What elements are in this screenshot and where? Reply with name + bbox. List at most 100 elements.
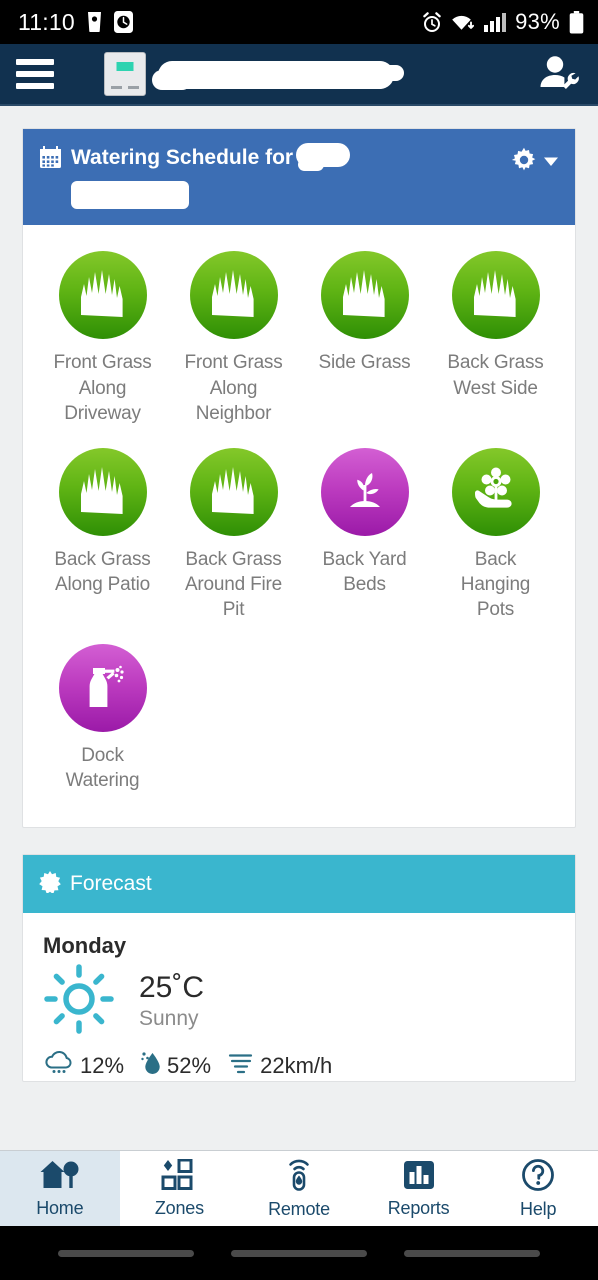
wifi-icon — [451, 12, 475, 32]
zone-item[interactable]: Side Grass — [299, 251, 430, 425]
status-bar-right: 93% — [422, 9, 584, 35]
forecast-readings: 25˚C Sunny — [139, 971, 204, 1033]
zone-item[interactable]: Back Yard Beds — [299, 447, 430, 622]
hamburger-bar-1 — [16, 59, 54, 65]
controller-device-thumbnail[interactable] — [104, 52, 146, 96]
remote-signal-icon — [282, 1158, 316, 1197]
app-title-redacted — [152, 61, 404, 90]
wind-icon — [227, 1050, 255, 1081]
hamburger-bar-2 — [16, 71, 54, 77]
forecast-temperature: 25˚C — [139, 970, 205, 1004]
zone-label: Back Grass Along Patio — [54, 548, 151, 595]
grass-icon — [189, 251, 278, 340]
forecast-day: Monday — [43, 933, 127, 959]
device-button-right — [128, 86, 139, 89]
nav-label-zones: Zones — [154, 1197, 204, 1218]
gesture-pill-recents[interactable] — [58, 1249, 195, 1257]
forecast-stat-wind: 22km/h — [227, 1050, 332, 1081]
battery-percentage-label: 93% — [515, 9, 560, 34]
home-tree-icon — [39, 1159, 81, 1196]
schedule-title: Watering Schedule for — [71, 143, 354, 210]
seedling-icon — [320, 447, 409, 536]
watering-schedule-header: Watering Schedule for — [23, 129, 575, 226]
device-screen — [116, 62, 134, 71]
zone-item[interactable]: Back Grass Around Fire Pit — [168, 447, 299, 622]
nav-label-reports: Reports — [387, 1197, 450, 1218]
forecast-main: 25˚C Sunny — [43, 963, 555, 1040]
zones-grid-icon — [160, 1158, 198, 1196]
schedule-title-wrap: Watering Schedule for — [39, 143, 511, 210]
nav-label-remote: Remote — [268, 1198, 330, 1219]
forecast-stat-humidity: 52% — [140, 1050, 211, 1081]
zone-label: Dock Watering — [65, 744, 140, 791]
zone-item[interactable]: Front Grass Along Driveway — [37, 251, 168, 425]
system-gesture-bar — [0, 1226, 598, 1280]
zone-item[interactable]: Back Grass Along Patio — [37, 447, 168, 622]
forecast-rain-value: 12% — [80, 1052, 125, 1078]
flower-in-hand-icon — [451, 447, 540, 536]
forecast-condition: Sunny — [139, 1007, 199, 1031]
grass-icon — [189, 447, 278, 536]
watering-schedule-card: Watering Schedule for Front Grass Along … — [22, 128, 576, 829]
gesture-pill-home[interactable] — [230, 1249, 367, 1257]
bar-chart-icon — [402, 1159, 436, 1196]
status-bar: 11:10 93% — [0, 0, 598, 44]
gear-icon — [511, 147, 537, 178]
bottom-navigation: Home Zones Remote Reports Help — [0, 1150, 598, 1226]
rain-cloud-icon — [43, 1050, 75, 1081]
spray-bottle-icon — [58, 643, 147, 732]
schedule-name-redacted — [296, 143, 351, 171]
forecast-body: Monday 25˚C Sunny 12% 52% 22km/h — [23, 913, 575, 1081]
question-circle-icon — [521, 1158, 555, 1197]
sun-burst-icon — [39, 870, 61, 898]
calendar-icon — [39, 143, 62, 174]
hamburger-menu-icon[interactable] — [0, 59, 66, 89]
zone-item[interactable]: Back Grass West Side — [430, 251, 561, 425]
nav-item-reports[interactable]: Reports — [359, 1151, 479, 1226]
grass-icon — [451, 251, 540, 340]
forecast-humidity-value: 52% — [167, 1052, 212, 1078]
zone-item[interactable]: Front Grass Along Neighbor — [168, 251, 299, 425]
user-settings-icon[interactable] — [520, 54, 598, 94]
grass-icon — [58, 251, 147, 340]
app-bar-title-area — [66, 52, 520, 96]
app-bar — [0, 44, 598, 106]
zone-label: Side Grass — [318, 352, 411, 374]
chevron-down-icon — [543, 154, 559, 172]
status-bar-time: 11:10 — [18, 8, 75, 35]
schedule-title-text: Watering Schedule for — [71, 146, 294, 169]
zone-grid: Front Grass Along Driveway Front Grass A… — [23, 225, 575, 827]
grass-icon — [58, 447, 147, 536]
nav-item-zones[interactable]: Zones — [120, 1151, 240, 1226]
clock-icon — [113, 11, 133, 33]
forecast-stat-rain: 12% — [43, 1050, 124, 1081]
forecast-header: Forecast — [23, 855, 575, 914]
nav-label-help: Help — [520, 1198, 557, 1219]
schedule-name-redacted-line2 — [71, 181, 189, 210]
nav-label-home: Home — [36, 1197, 84, 1218]
zone-label: Back Hanging Pots — [460, 548, 531, 620]
zone-label: Back Grass West Side — [447, 352, 544, 399]
forecast-stats: 12% 52% 22km/h — [43, 1050, 555, 1081]
nav-item-remote[interactable]: Remote — [239, 1151, 359, 1226]
sun-icon — [43, 963, 115, 1040]
zone-label: Back Grass Around Fire Pit — [184, 548, 283, 620]
device-button-left — [111, 86, 122, 89]
schedule-settings-button[interactable] — [511, 143, 559, 178]
alarm-icon — [422, 11, 442, 33]
nav-item-home[interactable]: Home — [0, 1151, 120, 1226]
zone-item[interactable]: Back Hanging Pots — [430, 447, 561, 622]
nav-item-help[interactable]: Help — [478, 1151, 598, 1226]
forecast-wind-value: 22km/h — [260, 1052, 333, 1078]
gesture-pill-back[interactable] — [403, 1249, 540, 1257]
scroll-content[interactable]: Watering Schedule for Front Grass Along … — [0, 106, 598, 1198]
hamburger-bar-3 — [16, 83, 54, 89]
signal-icon — [484, 12, 507, 32]
grass-icon — [320, 251, 409, 340]
zone-label: Front Grass Along Driveway — [53, 352, 152, 424]
forecast-title: Forecast — [70, 872, 152, 896]
battery-icon — [569, 10, 584, 34]
zone-label: Back Yard Beds — [322, 548, 407, 595]
zone-item[interactable]: Dock Watering — [37, 643, 168, 793]
humidity-drop-icon — [140, 1050, 162, 1081]
